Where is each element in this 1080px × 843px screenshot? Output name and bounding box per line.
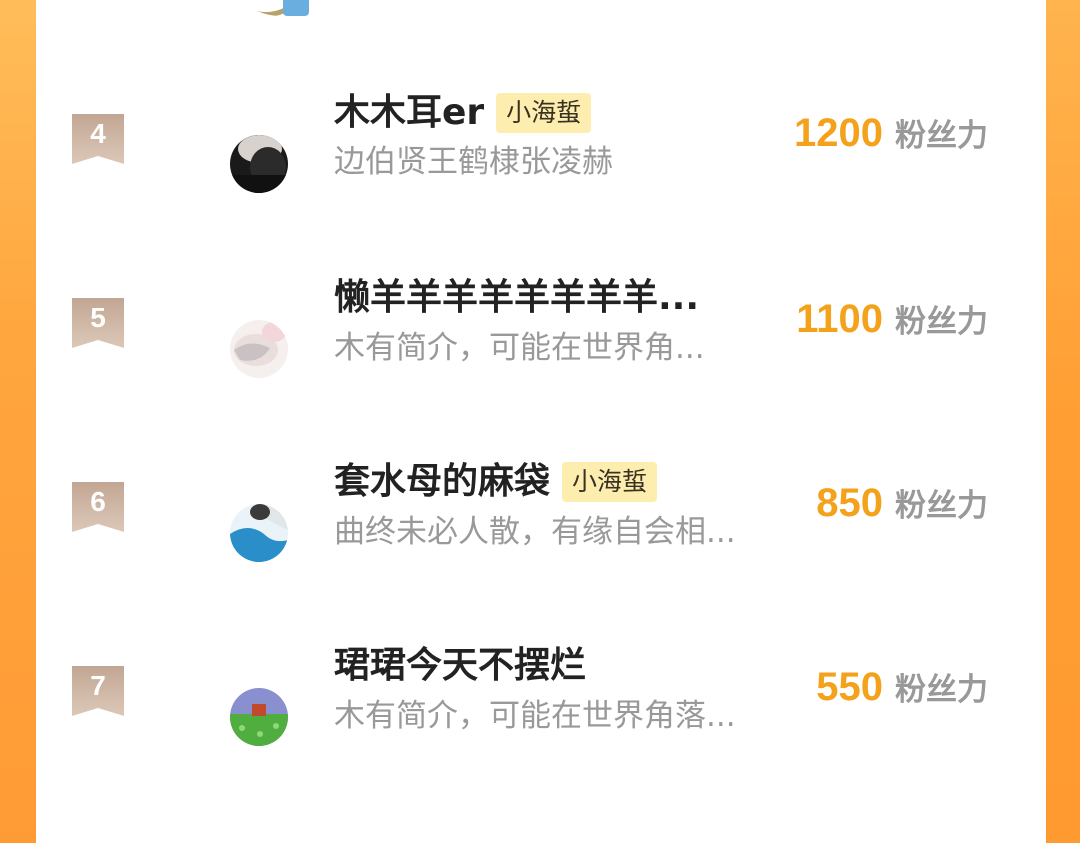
list-item[interactable]: 7 珺珺今天不摆烂 木有简介，可能在世界角落... 550 粉丝力 [36,630,1046,780]
avatar[interactable] [230,688,288,746]
rank-number: 6 [90,486,106,517]
user-name[interactable]: 珺珺今天不摆烂 [334,644,586,688]
user-bio: 曲终未必人散，有缘自会相... [334,514,736,550]
rank-number: 5 [90,302,106,333]
fan-power-value: 1100 [796,297,883,341]
fan-power-unit: 粉丝力 [895,304,988,340]
user-bio: 木有简介，可能在世界角落... [334,698,736,734]
avatar[interactable] [221,0,325,16]
fan-power-unit: 粉丝力 [895,672,988,708]
level-tag: 小海蜇 [562,462,658,502]
fan-power: 1200 粉丝力 [794,110,988,156]
list-item[interactable]: 6 套水母的麻袋 小海蜇 曲终未必人散，有缘自会相... 850 粉丝力 [36,446,1046,596]
avatar[interactable] [230,320,288,378]
user-name[interactable]: 套水母的麻袋 [334,460,550,504]
avatar[interactable] [230,504,288,562]
rank-number: 7 [90,670,106,701]
fan-power-unit: 粉丝力 [895,488,988,524]
user-name[interactable]: 懒羊羊羊羊羊羊羊羊... [334,276,699,320]
user-name[interactable]: 木木耳er [334,91,484,135]
list-item[interactable]: 4 木木耳er 小海蜇 边伯贤王鹤棣张凌赫 1200 粉丝力 [36,78,1046,228]
fan-power-unit: 粉丝力 [895,118,988,154]
ranking-page: 4 木木耳er 小海蜇 边伯贤王鹤棣张凌赫 1200 粉丝力 5 懒羊羊羊羊羊羊… [0,0,1080,843]
frame-left [0,0,36,843]
ranking-list: 4 木木耳er 小海蜇 边伯贤王鹤棣张凌赫 1200 粉丝力 5 懒羊羊羊羊羊羊… [36,0,1046,843]
fan-power: 850 粉丝力 [816,480,988,526]
avatar-image [230,320,288,378]
rank-badge: 7 [72,666,124,718]
level-tag: 小海蜇 [496,93,592,133]
avatar-image [230,135,288,193]
fan-power-value: 1200 [794,111,883,155]
avatar-image [230,688,288,746]
list-item[interactable]: 5 懒羊羊羊羊羊羊羊羊... 木有简介，可能在世界角... 1100 粉丝力 [36,262,1046,412]
rank-badge: 6 [72,482,124,534]
rank-badge: 4 [72,114,124,166]
user-bio: 边伯贤王鹤棣张凌赫 [334,144,613,180]
rank-number: 4 [90,118,106,149]
avatar[interactable] [230,135,288,193]
fan-power: 1100 粉丝力 [796,296,988,342]
avatar-image [230,504,288,562]
user-bio: 木有简介，可能在世界角... [334,330,705,366]
fan-power-value: 550 [816,665,883,709]
frame-right [1046,0,1080,843]
fan-power: 550 粉丝力 [816,664,988,710]
fan-power-value: 850 [816,481,883,525]
rank-badge: 5 [72,298,124,350]
